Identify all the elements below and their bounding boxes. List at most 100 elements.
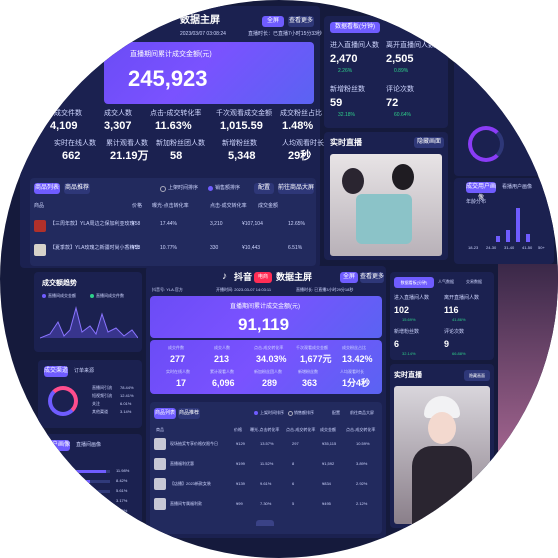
metric-value: 5,348 [228,150,256,162]
metric-value: 1,015.59 [220,120,263,132]
product-amount: ¥35,115 [322,441,337,446]
main-tab-product-recommend[interactable]: 商品推荐 [178,408,200,419]
age-tick: 50+ [538,245,545,250]
table-header-cvr: 点击-成交转化率 [210,203,247,209]
top-live-hide-button[interactable]: 隐藏画面 [414,137,444,148]
metric-label: 人均观看时长 [340,369,364,374]
bar-value: 11.98% [116,468,130,473]
bar-fill [50,510,57,513]
top-duration: 直播时长：已直播7小时15分33秒 [248,31,322,37]
metric-label: 成交人数 [104,110,132,117]
top-right-screen: 数据看板(分钟) 进入直播间人数 2,470 2.26% 离开直播间人数 2,5… [324,16,448,128]
metric-label: 累计观看人数 [210,369,234,374]
metric-value: 58 [170,150,183,162]
stat-delta: 15.69% [402,317,416,322]
stat-delta: 32.14% [402,351,416,356]
trend-line-chart [40,306,138,339]
top-fullscreen-button[interactable]: 全屏 [262,16,284,27]
bar-tab-room[interactable]: 直播间画像 [76,443,101,448]
top-gmv-value: 245,923 [128,66,208,91]
donut-tab-source[interactable]: 订单来源 [74,369,94,374]
right-tab-minute[interactable]: 数据看板(分钟) [394,277,434,288]
bar-fill [50,490,78,493]
product-count: 5 [292,501,295,506]
metric-label: 千次观看成交金额 [296,345,328,350]
product-thumbnail [154,458,166,470]
age-bar [516,208,520,242]
top-export-button[interactable]: 前往商品大屏 [278,183,314,194]
top-radio-time[interactable]: 上架时间排序 [168,186,198,191]
legend-amount: 直播间成交金额 [48,293,76,298]
stat-label: 进入直播间人数 [330,42,379,49]
stat-delta: 32.18% [338,112,355,118]
bars-panel: 用户画像 直播间画像 11.98% 8.42% 5.61% 3.17% 1.20… [40,434,142,526]
main-screen: ♪ 抖音 电商 数据主屏 全屏 查看更多 抖音号: YLA.官方 开播时间: 2… [146,266,386,538]
main-fullscreen-button[interactable]: 全屏 [340,272,358,283]
donut-panel: 成交渠道 订单来源 直播间引流 78.44% 短视频引流 12.41% 关注 6… [38,360,142,428]
stat-delta: 41.86% [452,317,466,322]
radio-checked-icon[interactable] [208,186,213,191]
bar-value: 1.20% [116,508,128,513]
main-export-button[interactable]: 前往商品大屏 [350,411,374,415]
main-product-panel [150,402,382,534]
legend-label: 关注 [92,401,100,406]
top-tab-product-list[interactable]: 商品列表 [34,183,60,194]
top-tab-product-recommend[interactable]: 商品推荐 [64,183,90,194]
top-config-button[interactable]: 配置 [254,183,274,194]
presenter-right [392,164,414,190]
bar-fill [50,480,90,483]
legend-count: 直播间成交件数 [96,293,124,298]
right-tab-trade[interactable]: 交易数据 [466,280,482,284]
metric-value: 21.19万 [110,150,149,162]
main-radio-sales[interactable]: 销售额排序 [294,411,314,415]
product-thumbnail [34,220,46,232]
metric-label: 成交人数 [214,345,230,350]
metric-value: 289 [262,378,278,388]
legend-value: 12.41% [120,393,134,398]
top-right-tab[interactable]: 数据看板(分钟) [330,22,380,33]
main-config-button[interactable]: 配置 [332,411,340,415]
top-live-panel: 实时直播 隐藏画面 [324,132,448,260]
right-tab-popularity[interactable]: 人气数据 [438,280,454,284]
product-cvr: 2.92% [356,481,368,486]
age-tab-viewer[interactable]: 看播用户画像 [502,185,532,190]
radio-checked-icon[interactable] [254,411,258,415]
product-amount: ¥10,443 [242,245,261,251]
metric-value: 662 [62,150,81,162]
trend-chart-title: 成交额趋势 [42,280,77,287]
metric-value: 13.42% [342,354,373,364]
product-ctr: 9.61% [260,481,272,486]
main-more-button[interactable]: 查看更多 [360,272,384,283]
age-bar [526,234,530,242]
right-live-panel: 实时直播 隐藏画面 [390,364,494,528]
product-cvr: 3.89% [356,461,368,466]
product-ctr: 7.30% [260,501,272,506]
live-video-frame [330,154,442,256]
radio-icon[interactable] [160,186,166,192]
product-amount: ¥107,104 [242,221,263,227]
product-amount: ¥1,592 [322,461,335,466]
bar-tab-user[interactable]: 用户画像 [46,440,70,451]
donut-tab-channel[interactable]: 成交渠道 [44,366,68,377]
table-header-amount: 成交金额 [258,203,279,209]
bottom-handle-icon[interactable] [256,520,274,526]
brand-tag: 电商 [254,272,272,283]
table-header-cvr2: 点击-成交转化率 [346,427,376,432]
top-more-button[interactable]: 查看更多 [288,16,314,27]
age-tab-buyer[interactable]: 成交用户画像 [466,182,496,201]
metric-label: 累计观看人数 [106,140,148,147]
product-amount: ¥834 [322,481,331,486]
radio-icon[interactable] [288,411,293,416]
metric-value: 363 [302,378,318,388]
main-radio-time[interactable]: 上架时间排序 [260,411,284,415]
metric-label: 新增粉丝数 [222,140,257,147]
brand-name: 抖音 [234,272,253,282]
right-live-hide-button[interactable]: 隐藏画面 [464,370,490,381]
metric-value: 34.03% [256,354,287,364]
metric-label: 实时在线人数 [54,140,96,147]
top-radio-sales[interactable]: 销售额排序 [215,186,240,191]
top-screen: 数据主屏 全屏 查看更多 2023/03/07 03:08:24 直播时长：已直… [20,6,324,268]
stat-label: 进入直播间人数 [394,295,430,301]
table-header-product: 商品 [156,427,164,432]
main-tab-product-list[interactable]: 商品列表 [154,408,176,419]
